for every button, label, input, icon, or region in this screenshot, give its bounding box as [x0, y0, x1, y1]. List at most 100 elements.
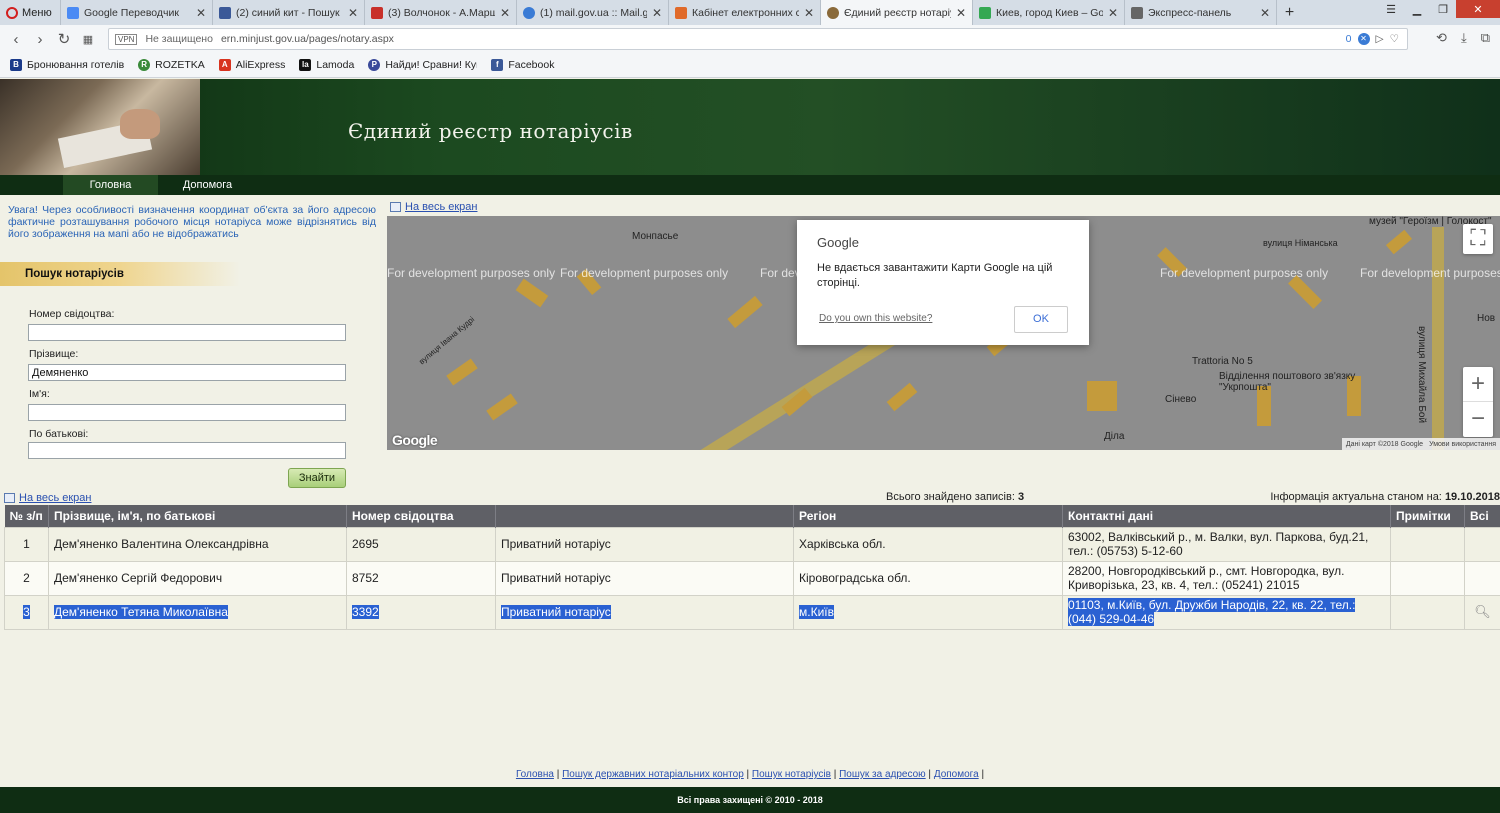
mail-favicon-icon [523, 6, 535, 19]
back-icon[interactable]: ‹ [4, 31, 28, 48]
vpn-badge[interactable]: VPN [115, 33, 138, 45]
google-map[interactable]: For development purposes only For develo… [387, 216, 1500, 450]
col-header-cert[interactable]: Номер свідоцтва [346, 505, 496, 527]
map-label: Trattoria No 5 [1192, 356, 1253, 367]
footer-link-state-offices[interactable]: Пошук державних нотаріальних контор [562, 769, 744, 780]
sync-icon[interactable]: ⟲ [1436, 30, 1447, 46]
browser-tab[interactable]: (1) mail.gov.ua :: Mail.gov ✕ [516, 0, 668, 25]
heart-icon[interactable]: ♡ [1390, 33, 1399, 45]
tab-close-icon[interactable]: ✕ [1260, 6, 1270, 20]
google-maps-favicon-icon [979, 6, 991, 19]
browser-tab[interactable]: Google Переводчик ✕ [60, 0, 212, 25]
tab-menu-icon[interactable]: ☰ [1378, 0, 1404, 18]
find-button[interactable]: Знайти [288, 468, 346, 488]
toolbar-icons: ⟲ ⤓ ⧉ [1436, 30, 1490, 46]
send-icon[interactable]: ▷ [1376, 33, 1384, 45]
zoom-out-icon[interactable]: − [1463, 402, 1493, 437]
cert-number-input[interactable] [28, 324, 346, 341]
menu-item-home[interactable]: Головна [63, 175, 158, 195]
col-header-all[interactable]: Всі [1464, 505, 1500, 527]
patronymic-input[interactable] [28, 442, 346, 459]
browser-menu-button[interactable]: Меню [0, 0, 60, 25]
tab-close-icon[interactable]: ✕ [196, 6, 206, 20]
header-hand-shape [120, 109, 160, 139]
grid-favicon-icon [1131, 6, 1143, 19]
table-fullscreen-link[interactable]: На весь екран [4, 492, 91, 504]
browser-tab-active[interactable]: Єдиний реєстр нотаріусів ✕ [820, 0, 972, 25]
snapshot-icon[interactable]: ⧉ [1481, 30, 1490, 46]
bookmark-item[interactable]: P Найди! Сравни! Купи! [368, 59, 477, 71]
close-window-icon[interactable]: ✕ [1456, 0, 1500, 18]
col-header-notes[interactable]: Примітки [1390, 505, 1465, 527]
total-records: Всього знайдено записів: 3 [886, 491, 1024, 503]
new-tab-button[interactable]: + [1276, 0, 1302, 25]
row-cert: 2695 [346, 526, 496, 562]
minimize-icon[interactable]: ▁ [1404, 0, 1430, 18]
map-label: вулиця Михайла Бой [1416, 326, 1427, 424]
bookmark-label: Бронювання готелів [27, 59, 125, 71]
table-row[interactable]: 2 Дем'яненко Сергій Федорович 8752 Прива… [4, 560, 1500, 596]
dialog-ok-button[interactable]: OK [1014, 306, 1068, 333]
cert-number-label: Номер свідоцтва: [29, 308, 115, 320]
booking-icon: B [10, 59, 22, 71]
header-notary-photo [0, 79, 200, 175]
map-fullscreen-label[interactable]: На весь екран [405, 201, 477, 213]
tab-close-icon[interactable]: ✕ [348, 6, 358, 20]
footer-link-address-search[interactable]: Пошук за адресою [839, 769, 926, 780]
col-header-number[interactable]: № з/п [4, 505, 49, 527]
browser-tab[interactable]: (3) Волчонок - А.Марша ✕ [364, 0, 516, 25]
col-header-region[interactable]: Регіон [793, 505, 1063, 527]
map-fullscreen-icon[interactable]: ⛶ [1463, 224, 1493, 254]
tab-close-icon[interactable]: ✕ [652, 6, 662, 20]
browser-tab[interactable]: Кабінет електронних сер ✕ [668, 0, 820, 25]
maximize-icon[interactable]: ❐ [1430, 0, 1456, 18]
download-icon[interactable]: ⤓ [1461, 30, 1467, 46]
bookmark-item[interactable]: la Lamoda [299, 59, 354, 71]
magnifier-icon[interactable]: 🔍︎ [1474, 604, 1491, 619]
menu-item-help[interactable]: Допомога [160, 175, 255, 195]
bookmark-item[interactable]: B Бронювання готелів [10, 59, 124, 71]
row-name: Дем'яненко Сергій Федорович [48, 560, 347, 596]
bookmark-item[interactable]: R ROZETKA [138, 59, 205, 71]
security-status[interactable]: Не защищено [145, 33, 213, 45]
bookmark-item[interactable]: A AliExpress [218, 59, 285, 71]
lamoda-icon: la [299, 59, 312, 71]
page-content: Єдиний реєстр нотаріусів Головна Допомог… [0, 79, 1500, 813]
col-header-name[interactable]: Прізвище, ім'я, по батькові [48, 505, 347, 527]
forward-icon[interactable]: › [28, 31, 52, 48]
browser-tab[interactable]: Экспресс-панель ✕ [1124, 0, 1276, 25]
tab-title: Єдиний реєстр нотаріусів [844, 6, 951, 19]
bookmark-item[interactable]: f Facebook [491, 59, 554, 71]
patronymic-label: По батькові: [29, 428, 89, 440]
map-building [1385, 229, 1413, 255]
footer-link-help[interactable]: Допомога [934, 769, 979, 780]
url-text[interactable]: ern.minjust.gov.ua/pages/notary.aspx [221, 33, 394, 45]
table-row[interactable]: 1 Дем'яненко Валентина Олександрівна 269… [4, 526, 1500, 562]
map-fullscreen-link[interactable]: На весь екран [390, 201, 477, 213]
reload-icon[interactable]: ↻ [52, 30, 76, 48]
browser-tab[interactable]: Киев, город Киев – Goog ✕ [972, 0, 1124, 25]
map-terms-link[interactable]: Умови використання [1429, 441, 1496, 448]
footer-link-home[interactable]: Головна [516, 769, 554, 780]
adblock-icon[interactable]: ✕ [1357, 33, 1370, 45]
footer-link-notary-search[interactable]: Пошук нотаріусів [752, 769, 831, 780]
map-attribution: Дані карт ©2018 Google Умови використанн… [1341, 438, 1500, 450]
col-header-type[interactable] [495, 505, 794, 527]
tab-title: Экспресс-панель [1148, 6, 1232, 19]
tab-close-icon[interactable]: ✕ [804, 6, 814, 20]
col-header-contacts[interactable]: Контактні дані [1062, 505, 1391, 527]
tab-close-icon[interactable]: ✕ [956, 6, 966, 20]
zoom-in-icon[interactable]: + [1463, 367, 1493, 402]
table-fullscreen-label[interactable]: На весь екран [19, 492, 91, 504]
tab-close-icon[interactable]: ✕ [500, 6, 510, 20]
speed-dial-icon[interactable]: ▦ [76, 33, 100, 46]
dialog-title: Google [817, 235, 859, 250]
tab-close-icon[interactable]: ✕ [1108, 6, 1118, 20]
browser-tab[interactable]: (2) синий кит - Пошук Fa ✕ [212, 0, 364, 25]
opera-logo-icon [6, 6, 18, 19]
surname-input[interactable] [28, 364, 346, 381]
url-input[interactable]: VPN Не защищено ern.minjust.gov.ua/pages… [108, 28, 1408, 50]
own-website-link[interactable]: Do you own this website? [819, 313, 932, 324]
first-name-input[interactable] [28, 404, 346, 421]
table-row-selected[interactable]: 3 Дем'яненко Тетяна Миколаївна 3392 Прив… [4, 594, 1500, 630]
